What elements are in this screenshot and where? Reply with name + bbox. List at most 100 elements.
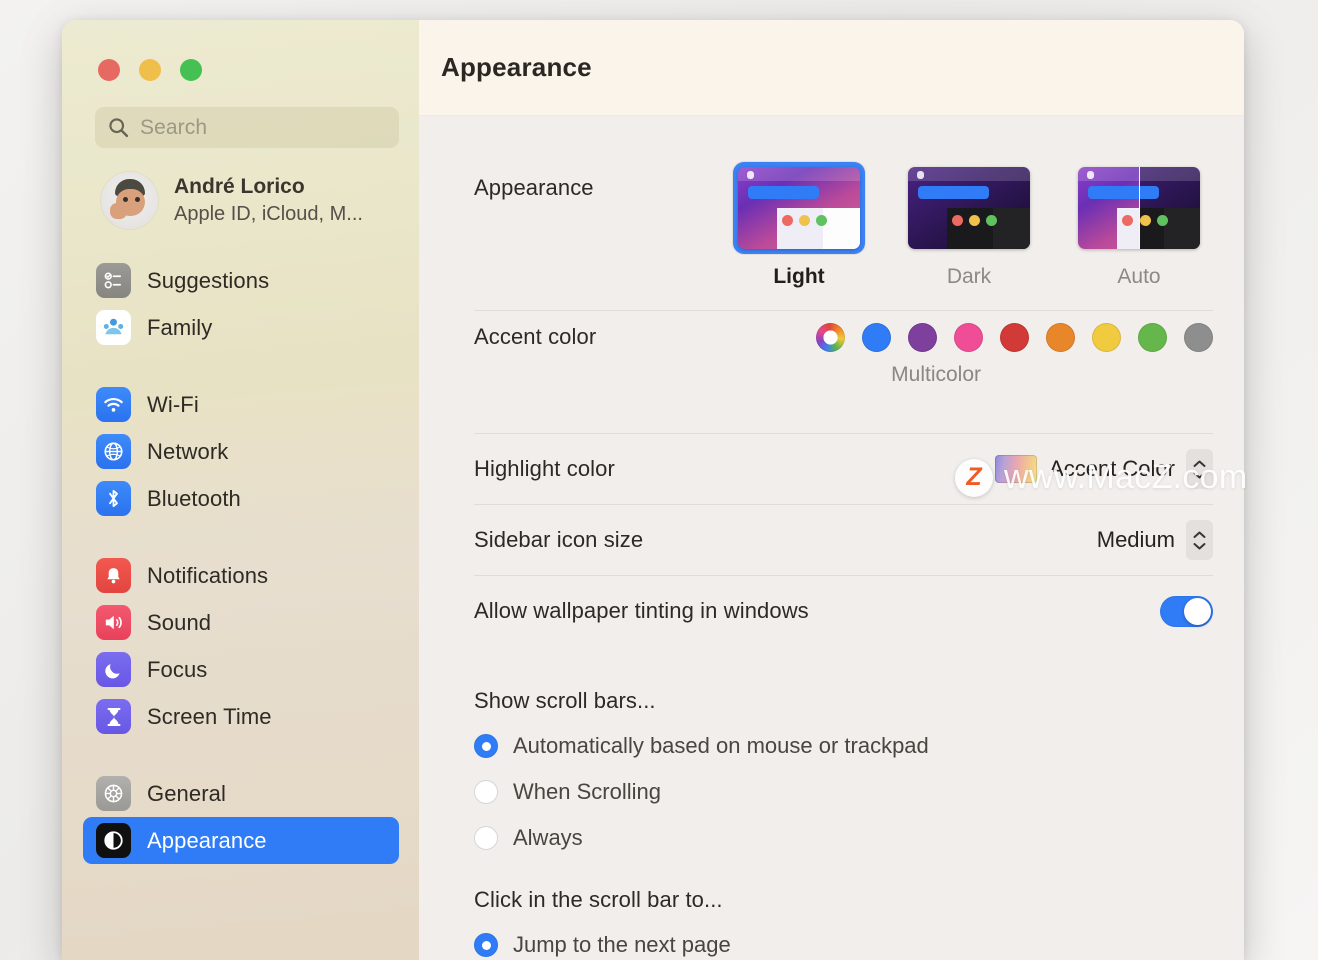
settings-scroll-area[interactable]: Appearance Light Dark Auto Accent color … <box>419 116 1244 960</box>
highlight-color-popup[interactable]: Accent Color <box>995 455 1175 483</box>
appearance-mode-options: Light Dark Auto <box>725 162 1213 289</box>
appearance-row: Appearance Light Dark Auto <box>474 162 1213 310</box>
sidebar-item-wifi[interactable]: Wi-Fi <box>83 381 399 428</box>
chevron-up-icon <box>1193 531 1206 538</box>
appearance-row-label: Appearance <box>474 175 594 200</box>
sidebar-item-label: Screen Time <box>147 703 272 729</box>
radio-indicator <box>474 780 498 804</box>
sidebar-item-label: Suggestions <box>147 267 270 293</box>
content-pane: Appearance Appearance Light Dark Auto Ac… <box>419 20 1244 960</box>
sidebar-item-label: Wi-Fi <box>147 391 199 417</box>
sidebar-item-label: Family <box>147 314 213 340</box>
sidebar-item-label: Appearance <box>147 827 267 853</box>
profile-subtitle: Apple ID, iCloud, M... <box>174 202 363 225</box>
accent-swatch-pink[interactable] <box>954 323 983 352</box>
sidebar-item-bluetooth[interactable]: Bluetooth <box>83 475 399 522</box>
highlight-color-stepper[interactable] <box>1186 449 1213 489</box>
scroll-bars-card: Show scroll bars... Automatically based … <box>474 688 1213 960</box>
general-gear-icon <box>96 776 131 811</box>
sidebar-icon-size-row: Sidebar icon size Medium <box>474 505 1213 575</box>
wallpaper-tinting-toggle[interactable] <box>1160 595 1213 627</box>
sidebar-item-label: General <box>147 780 226 806</box>
sidebar-item-focus[interactable]: Focus <box>83 646 399 693</box>
radio-option-always[interactable]: Always <box>474 815 1213 861</box>
chevron-down-icon <box>1193 542 1206 549</box>
sidebar-group-1: Suggestions Family <box>62 257 419 351</box>
minimize-button[interactable] <box>139 59 161 81</box>
sidebar-item-label: Focus <box>147 656 208 682</box>
wifi-icon <box>96 387 131 422</box>
mode-label: Dark <box>946 265 992 288</box>
radio-label: Jump to the next page <box>513 932 731 957</box>
radio-indicator <box>474 734 498 758</box>
sidebar-item-notifications[interactable]: Notifications <box>83 552 399 599</box>
radio-indicator <box>474 933 498 957</box>
accent-swatch-blue[interactable] <box>862 323 891 352</box>
sidebar-icon-size-stepper[interactable] <box>1186 520 1213 560</box>
zoom-button[interactable] <box>180 59 202 81</box>
page-title: Appearance <box>441 52 592 82</box>
appearance-settings-card: Appearance Light Dark Auto Accent color … <box>474 162 1213 646</box>
accent-swatch-multicolor[interactable] <box>816 323 845 352</box>
appearance-mode-dark[interactable]: Dark <box>895 162 1043 289</box>
radio-label: Automatically based on mouse or trackpad <box>513 733 929 758</box>
sidebar-group-3: Notifications Sound Focus Screen Time <box>62 552 419 740</box>
sound-speaker-icon <box>96 605 131 640</box>
appearance-mode-light[interactable]: Light <box>725 162 873 289</box>
highlight-color-value: Accent Color <box>1049 456 1175 481</box>
wallpaper-tinting-label: Allow wallpaper tinting in windows <box>474 598 809 623</box>
radio-option-when-scrolling[interactable]: When Scrolling <box>474 769 1213 815</box>
accent-row-label: Accent color <box>474 324 597 349</box>
appearance-contrast-icon <box>96 823 131 858</box>
radio-option-jump-next-page[interactable]: Jump to the next page <box>474 922 1213 960</box>
accent-swatch-green[interactable] <box>1138 323 1167 352</box>
bluetooth-icon <box>96 481 131 516</box>
radio-label: Always <box>513 825 583 850</box>
search-placeholder: Search <box>140 115 208 139</box>
notifications-bell-icon <box>96 558 131 593</box>
sidebar-item-label: Notifications <box>147 562 269 588</box>
mode-label: Light <box>773 265 825 288</box>
profile-name: André Lorico <box>174 175 305 199</box>
sidebar-item-general[interactable]: General <box>83 770 399 817</box>
wallpaper-tinting-row: Allow wallpaper tinting in windows <box>474 576 1213 646</box>
sidebar-item-appearance[interactable]: Appearance <box>83 817 399 864</box>
content-titlebar: Appearance <box>419 20 1244 116</box>
profile-item[interactable]: André Lorico Apple ID, iCloud, M... <box>95 166 399 235</box>
sidebar-item-suggestions[interactable]: Suggestions <box>83 257 399 304</box>
sidebar-item-label: Bluetooth <box>147 485 241 511</box>
highlight-row-label: Highlight color <box>474 456 615 481</box>
accent-swatch-purple[interactable] <box>908 323 937 352</box>
sidebar-item-screen-time[interactable]: Screen Time <box>83 693 399 740</box>
screen-time-hourglass-icon <box>96 699 131 734</box>
sidebar-group-2: Wi-Fi Network Bluetooth <box>62 381 419 522</box>
close-button[interactable] <box>98 59 120 81</box>
appearance-mode-auto[interactable]: Auto <box>1065 162 1213 289</box>
scroll-click-group-title: Click in the scroll bar to... <box>474 887 723 912</box>
sidebar-item-label: Network <box>147 438 229 464</box>
sidebar-item-sound[interactable]: Sound <box>83 599 399 646</box>
radio-option-automatic[interactable]: Automatically based on mouse or trackpad <box>474 723 1213 769</box>
sidebar-group-4: General Appearance <box>62 770 419 864</box>
settings-window: Search André Lorico Apple ID, iCloud, M.… <box>62 20 1244 960</box>
accent-swatch-graphite[interactable] <box>1184 323 1213 352</box>
focus-moon-icon <box>96 652 131 687</box>
sidebar-icon-size-value[interactable]: Medium <box>1097 527 1175 553</box>
family-icon <box>96 310 131 345</box>
mode-label: Auto <box>1117 265 1161 288</box>
highlight-color-swatch <box>995 455 1038 483</box>
sidebar-item-family[interactable]: Family <box>83 304 399 351</box>
accent-color-row: Accent color Multicolor <box>474 311 1213 433</box>
sidebar: Search André Lorico Apple ID, iCloud, M.… <box>62 20 419 960</box>
accent-swatch-yellow[interactable] <box>1092 323 1121 352</box>
accent-swatch-orange[interactable] <box>1046 323 1075 352</box>
search-field[interactable]: Search <box>95 107 399 148</box>
sidebar-icon-size-label: Sidebar icon size <box>474 527 644 552</box>
accent-swatch-red[interactable] <box>1000 323 1029 352</box>
sidebar-item-network[interactable]: Network <box>83 428 399 475</box>
avatar <box>101 172 158 229</box>
scroll-bars-group-title: Show scroll bars... <box>474 688 656 713</box>
accent-caption: Multicolor <box>891 363 981 386</box>
chevron-down-icon <box>1193 471 1206 478</box>
accent-swatches <box>816 323 1213 352</box>
